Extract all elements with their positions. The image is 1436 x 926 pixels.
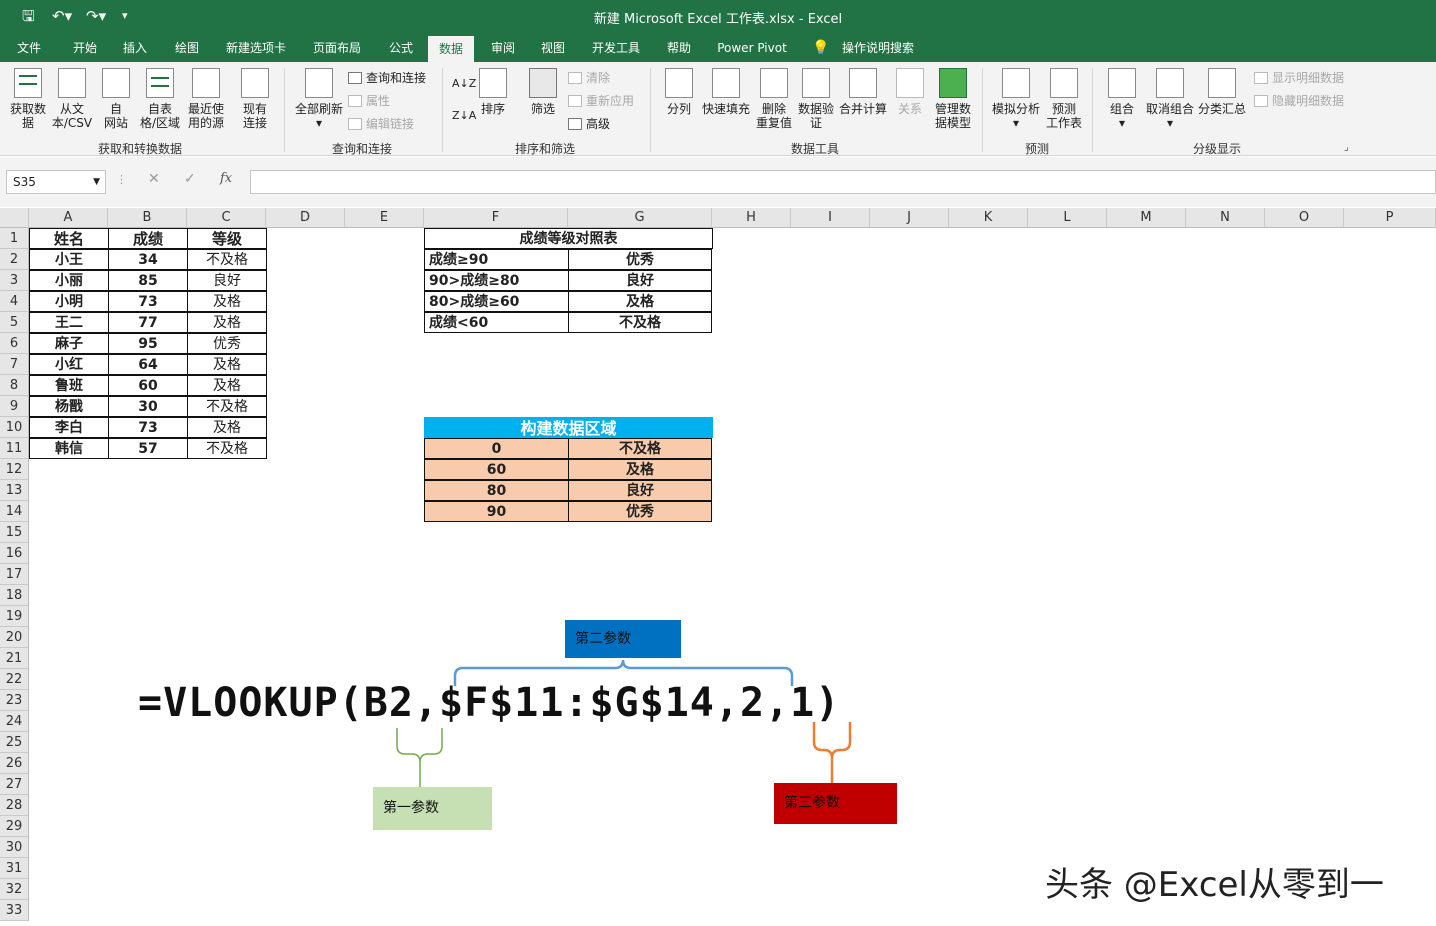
annotation-braces bbox=[396, 659, 852, 787]
second-param-label: 第二参数 bbox=[565, 620, 681, 658]
brace-third-param bbox=[812, 722, 852, 759]
first-param-label: 第一参数 bbox=[373, 787, 492, 830]
third-param-label: 第三参数 bbox=[774, 783, 897, 824]
vlookup-formula: =VLOOKUP(B2,$F$11:$G$14,2,1) bbox=[138, 680, 841, 726]
watermark: 头条 @Excel从零到一 bbox=[1045, 865, 1384, 905]
excel-window: 🖫 ↶▾ ↷▾ ▾ 新建 Microsoft Excel 工作表.xlsx - … bbox=[0, 0, 1436, 926]
brace-first-param bbox=[396, 728, 443, 763]
